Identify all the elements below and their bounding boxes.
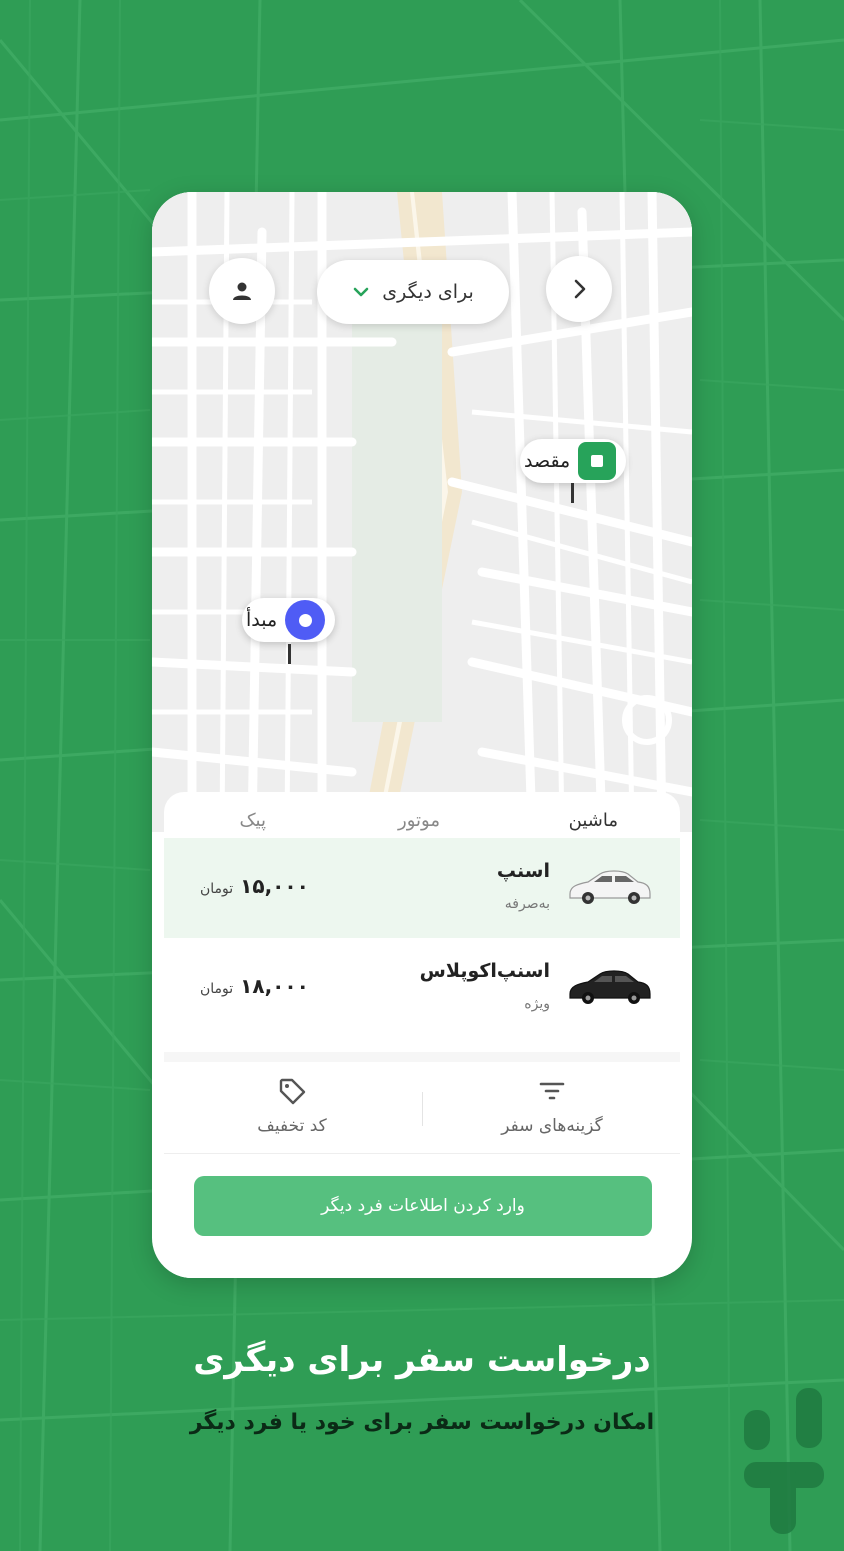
ride-title: اسنپ‌اکوپلاس [419,960,550,982]
trip-options-bar: گزینه‌های سفر کد تخفیف [164,1062,680,1154]
origin-marker[interactable]: مبدأ [242,598,336,642]
back-button[interactable] [546,256,612,322]
tag-icon [279,1078,306,1105]
black-car-icon [569,970,651,1004]
trip-options-label: گزینه‌های سفر [501,1116,603,1136]
vehicle-tabs: ماشین موتور پیک [164,792,680,838]
trip-options-button[interactable]: گزینه‌های سفر [452,1076,652,1136]
ride-option-eco-plus[interactable]: اسنپ‌اکوپلاس ویژه ۱۸,۰۰۰ تومان [164,938,680,1038]
ride-option-snapp[interactable]: اسنپ به‌صرفه ۱۵,۰۰۰ تومان [164,838,680,938]
person-icon [233,282,251,300]
origin-label: مبدأ [246,609,278,631]
ride-price: ۱۵,۰۰۰ تومان [194,874,309,898]
chevron-right-icon [574,279,586,299]
origin-stem [288,644,291,664]
rider-selector[interactable]: برای دیگری [317,260,509,324]
destination-marker[interactable]: مقصد [520,439,627,483]
options-separator [422,1092,423,1126]
profile-button[interactable] [209,258,275,324]
destination-label: مقصد [524,450,571,472]
rider-selector-label: برای دیگری [382,281,474,303]
price-value: ۱۵,۰۰۰ [240,874,309,898]
chevron-down-icon [353,287,369,297]
promo-subline: امکان درخواست سفر برای خود یا فرد دیگر [189,1410,655,1435]
destination-stem [571,483,574,503]
origin-icon [285,600,326,640]
section-divider [164,1052,680,1062]
ride-title: اسنپ [496,860,550,882]
bazaar-logo-icon [744,1388,824,1534]
tab-car[interactable]: ماشین [569,810,618,831]
phone-mockup: برای دیگری مقصد مبدأ ماشین موتور پیک اسن… [152,192,692,1278]
ride-price: ۱۸,۰۰۰ تومان [194,974,309,998]
ride-sheet: ماشین موتور پیک اسنپ به‌صرفه ۱۵,۰۰۰ توما… [164,792,680,1278]
price-unit: تومان [200,881,234,897]
map-view[interactable]: برای دیگری مقصد مبدأ [152,192,692,832]
promo-headline: درخواست سفر برای دیگری [193,1340,651,1380]
filter-icon [539,1082,565,1100]
price-value: ۱۸,۰۰۰ [240,974,309,998]
ride-subtitle: به‌صرفه [504,896,550,912]
discount-code-button[interactable]: کد تخفیف [192,1076,392,1136]
price-unit: تومان [200,981,234,997]
white-car-icon [569,870,651,904]
discount-code-label: کد تخفیف [257,1116,327,1136]
tab-motorcycle[interactable]: موتور [398,810,440,831]
tab-delivery[interactable]: پیک [239,810,266,831]
destination-icon [578,442,617,480]
ride-subtitle: ویژه [524,996,550,1012]
enter-other-person-info-button[interactable]: وارد کردن اطلاعات فرد دیگر [194,1176,652,1236]
